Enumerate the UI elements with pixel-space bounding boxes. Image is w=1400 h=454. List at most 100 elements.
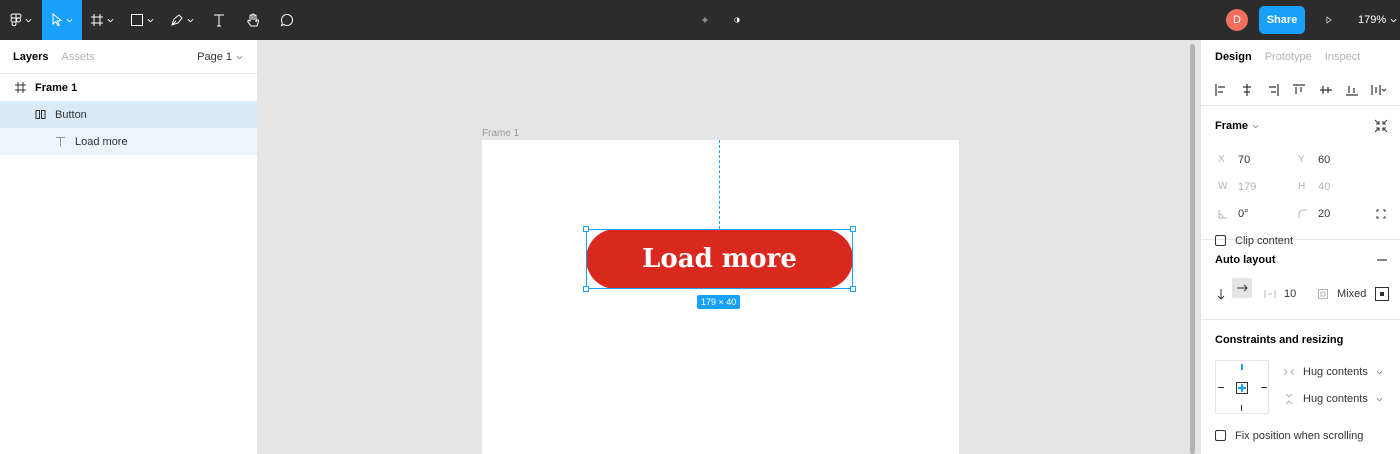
tab-layers[interactable]: Layers (13, 51, 48, 63)
frame-section-title: Frame (1215, 120, 1249, 132)
comment-icon (280, 13, 293, 27)
align-left-icon[interactable] (1214, 83, 1228, 97)
constraint-center[interactable] (1236, 382, 1248, 394)
figma-logo-icon (10, 13, 22, 27)
frame-icon (91, 14, 103, 26)
chevron-down-icon (187, 18, 194, 22)
theme-toggle-button[interactable] (726, 0, 748, 40)
chevron-down-icon (25, 18, 32, 22)
zoom-menu[interactable]: 179% (1358, 14, 1397, 26)
frame-label[interactable]: Frame 1 (482, 128, 519, 139)
layers-panel: Layers Assets Page 1 Frame 1 Button Load… (0, 40, 258, 454)
remove-auto-layout-icon[interactable] (1376, 254, 1388, 266)
resize-to-fit-icon[interactable] (1374, 119, 1388, 133)
tab-assets[interactable]: Assets (61, 51, 94, 63)
auto-layout-icon (33, 108, 47, 122)
y-value[interactable]: 60 (1318, 154, 1330, 166)
page-label: Page 1 (197, 51, 232, 63)
frame-tool-button[interactable] (82, 0, 122, 40)
text-icon (214, 14, 224, 27)
y-field[interactable]: Y 60 (1298, 154, 1330, 166)
spacing-between-icon (1264, 289, 1276, 298)
resize-handle-bottom-left[interactable] (583, 286, 589, 292)
corner-radius-field[interactable]: 20 (1298, 208, 1330, 220)
layer-label: Load more (75, 135, 128, 148)
frame-section: Frame X 70 Y 60 W 179 H 40 0° 20 Clip co… (1201, 106, 1400, 247)
cursor-icon (52, 13, 63, 27)
align-top-icon[interactable] (1292, 83, 1306, 97)
vertical-scrollbar[interactable] (1190, 44, 1195, 454)
align-right-icon[interactable] (1266, 83, 1280, 97)
resize-handle-top-right[interactable] (850, 226, 856, 232)
direction-horizontal-button[interactable] (1232, 278, 1252, 298)
horizontal-resizing-select[interactable]: Hug contents (1283, 366, 1383, 378)
main-menu-button[interactable] (0, 0, 42, 40)
horizontal-resize-icon (1283, 368, 1295, 376)
alignment-button[interactable] (1375, 286, 1389, 301)
rotation-field[interactable]: 0° (1218, 208, 1249, 220)
canvas[interactable]: Frame 1 Load more 179 × 40 (258, 40, 1200, 454)
radius-value[interactable]: 20 (1318, 208, 1330, 220)
present-button[interactable] (1318, 0, 1340, 40)
height-field[interactable]: H 40 (1298, 181, 1330, 193)
comment-tool-button[interactable] (270, 0, 304, 40)
direction-vertical-button[interactable] (1215, 288, 1227, 300)
distribute-icon[interactable] (1371, 83, 1387, 97)
x-value[interactable]: 70 (1238, 154, 1250, 166)
page-selector[interactable]: Page 1 (197, 40, 243, 74)
layer-label: Button (55, 108, 87, 121)
w-label: W (1218, 181, 1228, 192)
load-more-button[interactable]: Load more (586, 229, 853, 289)
spacing-field[interactable]: 10 (1264, 288, 1296, 300)
independent-corners-icon (1376, 209, 1386, 218)
constraint-widget[interactable] (1215, 360, 1269, 414)
fix-position-checkbox[interactable] (1215, 430, 1226, 441)
share-button[interactable]: Share (1259, 6, 1305, 34)
x-field[interactable]: X 70 (1218, 154, 1250, 166)
padding-value[interactable]: Mixed (1337, 288, 1366, 300)
tab-inspect[interactable]: Inspect (1325, 51, 1360, 63)
frame-section-header[interactable]: Frame (1201, 106, 1400, 146)
play-icon (1326, 16, 1332, 24)
align-vertical-center-icon[interactable] (1319, 83, 1333, 97)
constraint-top[interactable] (1241, 364, 1243, 370)
shape-tool-button[interactable] (122, 0, 162, 40)
tab-prototype[interactable]: Prototype (1265, 51, 1312, 63)
layer-label: Frame 1 (35, 81, 78, 94)
hand-tool-button[interactable] (236, 0, 270, 40)
align-horizontal-center-icon[interactable] (1240, 83, 1254, 97)
spacing-value[interactable]: 10 (1284, 288, 1296, 300)
independent-corners-button[interactable] (1376, 209, 1386, 219)
h-value[interactable]: 40 (1318, 181, 1330, 193)
padding-field[interactable]: Mixed (1317, 288, 1366, 300)
move-tool-button[interactable] (42, 0, 82, 40)
components-button[interactable] (694, 0, 716, 40)
frame-icon (13, 81, 27, 95)
hand-icon (247, 13, 260, 26)
avatar[interactable]: D (1226, 9, 1248, 31)
constraint-left[interactable] (1218, 387, 1224, 388)
h-label: H (1298, 181, 1306, 192)
resize-handle-bottom-right[interactable] (850, 286, 856, 292)
constraint-bottom[interactable] (1241, 405, 1242, 411)
text-tool-button[interactable] (202, 0, 236, 40)
chevron-down-icon (66, 18, 73, 22)
alignment-grid-icon (1375, 286, 1389, 301)
alignment-toolbar (1201, 74, 1400, 106)
tab-design[interactable]: Design (1215, 51, 1252, 63)
layer-load-more[interactable]: Load more (0, 128, 257, 155)
fix-position-row[interactable]: Fix position when scrolling (1201, 422, 1400, 449)
vertical-resizing-select[interactable]: Hug contents (1283, 393, 1383, 405)
resize-handle-top-left[interactable] (583, 226, 589, 232)
layer-button[interactable]: Button (0, 101, 257, 128)
width-field[interactable]: W 179 (1218, 181, 1256, 193)
load-more-text[interactable]: Load more (642, 244, 797, 274)
layer-frame-1[interactable]: Frame 1 (0, 74, 257, 101)
pen-tool-button[interactable] (162, 0, 202, 40)
align-bottom-icon[interactable] (1345, 83, 1359, 97)
corner-radius-icon (1298, 209, 1307, 218)
constraint-right[interactable] (1261, 387, 1267, 388)
rotation-value[interactable]: 0° (1238, 208, 1249, 220)
padding-icon (1318, 288, 1328, 299)
w-value[interactable]: 179 (1238, 181, 1256, 193)
